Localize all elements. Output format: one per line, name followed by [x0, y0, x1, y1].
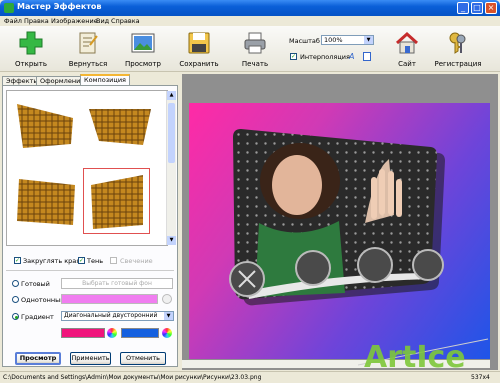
chevron-down-icon: ▼ — [164, 312, 173, 320]
watermark-logo: ArtIce — [357, 338, 489, 375]
chevron-down-icon: ▼ — [364, 36, 373, 44]
scroll-up-icon[interactable]: ▲ — [167, 91, 176, 100]
menu-help[interactable]: Справка — [111, 17, 140, 25]
gradient-color-2-swatch[interactable] — [121, 328, 159, 338]
glow-checkbox[interactable] — [110, 257, 117, 264]
shadow-label: Тень — [87, 257, 104, 265]
solid-background-radio[interactable] — [12, 296, 19, 303]
menu-view[interactable]: Вид — [96, 17, 109, 25]
solid-color-swatch[interactable] — [61, 294, 158, 304]
interpolation-label: Интерполяция — [300, 53, 350, 61]
menu-file[interactable]: Файл — [4, 17, 22, 25]
gradient-background-radio[interactable] — [12, 313, 19, 320]
font-icon[interactable]: A — [349, 52, 358, 61]
selected-shape-frame — [83, 168, 150, 234]
status-file-path: C:\Documents and Settings\Admin\Мои доку… — [3, 374, 262, 381]
solid-background-label: Однотонный — [21, 296, 65, 304]
round-corners-label: Закруглять края — [23, 257, 81, 265]
shape-thumb-tilted-rect[interactable] — [13, 175, 81, 227]
save-button[interactable]: Сохранить — [174, 29, 224, 71]
preview-toolbar-button[interactable]: Просмотр — [118, 29, 168, 71]
gradient-type-select[interactable]: Диагональный двусторонний ▼ — [61, 311, 174, 321]
picture-icon — [131, 33, 155, 53]
print-button[interactable]: Печать — [230, 29, 280, 71]
palette-icon[interactable] — [162, 328, 172, 338]
interpolation-checkbox[interactable]: ✓ — [290, 53, 297, 60]
toolbar: Открыть Вернуться Просмотр Сохранить Печ… — [0, 26, 500, 72]
app-window: Мастер Эффектов _ □ × Файл Правка Изобра… — [0, 0, 500, 383]
shape-thumb-trapezoid-down[interactable] — [87, 101, 153, 149]
color-picker-icon[interactable] — [162, 294, 172, 304]
zoom-select[interactable]: 100% ▼ — [321, 35, 374, 45]
image-canvas[interactable] — [189, 103, 490, 359]
shadow-checkbox[interactable]: ✓ — [78, 257, 85, 264]
glow-label: Свечение — [120, 257, 153, 265]
zoom-label: Масштаб — [289, 37, 320, 45]
composited-photo — [229, 129, 445, 306]
printer-icon — [244, 32, 266, 54]
watermark: ArtIce — [357, 335, 498, 375]
gradient-color-1-swatch[interactable] — [61, 328, 105, 338]
scroll-thumb[interactable] — [168, 103, 175, 163]
cancel-button[interactable]: Отменить — [120, 352, 166, 365]
divider — [6, 270, 174, 271]
key-icon — [449, 32, 466, 54]
ready-background-label: Готовый — [21, 280, 50, 288]
menu-edit[interactable]: Правка — [24, 17, 49, 25]
menu-image[interactable]: Изображение — [51, 17, 98, 25]
round-corners-checkbox[interactable]: ✓ — [14, 257, 21, 264]
apply-button[interactable]: Применить — [70, 352, 111, 365]
gradient-background-label: Градиент — [21, 313, 54, 321]
plus-icon — [19, 31, 43, 55]
gallery-scrollbar[interactable]: ▲ ▼ — [166, 91, 176, 245]
floppy-icon — [188, 32, 210, 54]
window-title: Мастер Эффектов — [17, 2, 102, 11]
palette-icon[interactable] — [107, 328, 117, 338]
register-button[interactable]: Регистрация — [433, 29, 483, 71]
undo-document-icon — [79, 32, 98, 54]
undo-button[interactable]: Вернуться — [63, 29, 113, 71]
menu-bar: Файл Правка Изображение Вид Справка — [0, 16, 500, 26]
site-button[interactable]: Сайт — [382, 29, 432, 71]
minimize-button[interactable]: _ — [457, 2, 469, 14]
preview-button[interactable]: Просмотр — [15, 352, 61, 365]
maximize-button[interactable]: □ — [471, 2, 483, 14]
document-icon[interactable] — [363, 52, 371, 61]
status-image-size: 537x4 — [471, 374, 490, 381]
ready-background-radio[interactable] — [12, 280, 19, 287]
svg-text:ArtIce: ArtIce — [364, 340, 466, 371]
status-bar: C:\Documents and Settings\Admin\Мои доку… — [0, 371, 500, 383]
shape-thumb-trapezoid-left[interactable] — [13, 100, 79, 150]
open-button[interactable]: Открыть — [6, 29, 56, 71]
title-bar: Мастер Эффектов _ □ × — [0, 0, 500, 16]
scroll-down-icon[interactable]: ▼ — [167, 236, 176, 245]
close-button[interactable]: × — [485, 2, 497, 14]
home-icon — [395, 31, 419, 54]
ready-background-field[interactable]: Выбрать готовый фон — [61, 278, 173, 289]
app-icon — [4, 3, 14, 13]
